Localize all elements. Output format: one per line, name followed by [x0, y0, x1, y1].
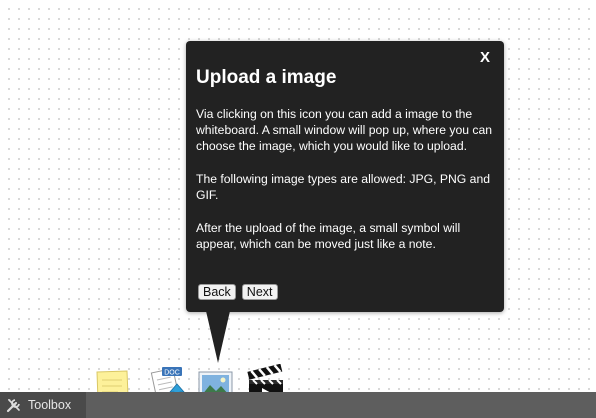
- back-button[interactable]: Back: [198, 284, 236, 300]
- popover-paragraph-2: The following image types are allowed: J…: [196, 172, 490, 202]
- tour-popover: X Upload a image Via clicking on this ic…: [186, 41, 504, 312]
- next-button[interactable]: Next: [241, 284, 278, 300]
- toolbar: Toolbox: [0, 392, 596, 418]
- popover-pointer: [206, 311, 230, 363]
- popover-paragraph-1: Via clicking on this icon you can add a …: [196, 107, 493, 153]
- popover-title: Upload a image: [196, 67, 337, 88]
- toolbox-label: Toolbox: [28, 398, 72, 412]
- doc-badge-text: DOC: [164, 370, 180, 377]
- toolbox-button[interactable]: Toolbox: [0, 392, 86, 418]
- popover-buttons: Back Next: [198, 284, 278, 300]
- close-button[interactable]: X: [480, 49, 490, 66]
- popover-paragraph-3: After the upload of the image, a small s…: [196, 221, 461, 251]
- tools-icon: [6, 399, 20, 413]
